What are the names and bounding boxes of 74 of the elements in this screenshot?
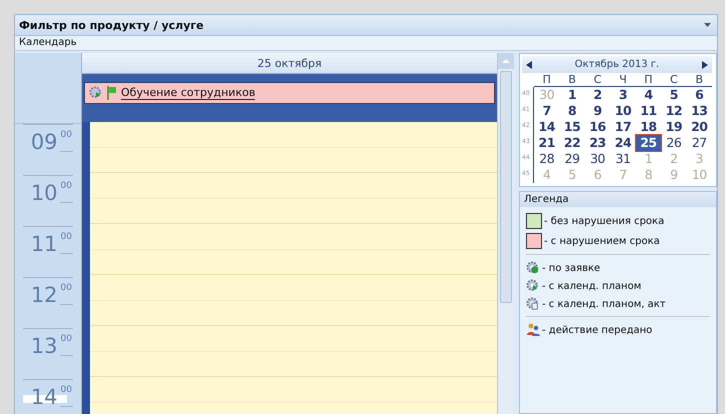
weekday-label: В — [686, 73, 712, 87]
calendar-day[interactable]: 31 — [610, 151, 636, 167]
weekday-label: П — [636, 73, 662, 87]
legend-label: - с нарушением срока — [544, 236, 660, 246]
hour-label: 11 — [30, 232, 58, 256]
calendar-day[interactable]: 25 — [636, 135, 662, 151]
weekday-label: С — [661, 73, 687, 87]
minutes-label: 00 — [60, 181, 73, 203]
calendar-day[interactable]: 19 — [661, 119, 687, 135]
scrollbar-thumb[interactable] — [500, 71, 512, 303]
event-bar[interactable]: Обучение сотрудников — [84, 82, 495, 104]
day-header[interactable]: 25 октября — [82, 53, 497, 74]
calendar-day[interactable]: 13 — [686, 103, 712, 119]
legend-label: - по заявке — [542, 262, 600, 274]
calendar-day[interactable]: 16 — [584, 119, 610, 135]
calendar-day[interactable]: 12 — [661, 103, 687, 119]
gear-play-icon — [526, 279, 540, 293]
legend-label: - действие передано — [542, 324, 652, 336]
minutes-label: 00 — [60, 283, 73, 305]
legend-label: - с календ. планом — [542, 280, 642, 292]
calendar-day[interactable]: 22 — [559, 135, 585, 151]
calendar-day[interactable]: 14 — [534, 119, 560, 135]
hour-label: 12 — [30, 283, 58, 307]
calendar-day[interactable]: 5 — [661, 87, 687, 103]
calendar-day[interactable]: 30 — [584, 151, 610, 167]
calendar-day[interactable]: 23 — [584, 135, 610, 151]
legend-label: - с календ. планом, акт — [542, 298, 666, 310]
hour-label: 09 — [30, 130, 58, 154]
calendar-day[interactable]: 17 — [610, 119, 636, 135]
hour-label: 14 — [30, 385, 58, 409]
calendar-day[interactable]: 4 — [636, 87, 662, 103]
minutes-label: 00 — [60, 130, 73, 152]
section-label: Календарь — [15, 36, 717, 51]
previous-icon[interactable] — [526, 60, 532, 68]
calendar-day[interactable]: 26 — [661, 135, 687, 151]
gear-document-icon — [526, 297, 540, 311]
weekday-label: Ч — [610, 73, 636, 87]
legend-label: - без нарушения срока — [544, 216, 664, 226]
calendar-day[interactable]: 20 — [686, 119, 712, 135]
filter-bar[interactable]: Фильтр по продукту / услуге — [15, 15, 717, 36]
weekday-label: С — [584, 73, 610, 87]
calendar-day[interactable]: 24 — [610, 135, 636, 151]
hour-label: 10 — [30, 181, 58, 205]
gear-play-icon — [89, 86, 103, 100]
filter-title: Фильтр по продукту / услуге — [19, 18, 204, 32]
month-title: Октябрь 2013 г. — [574, 59, 660, 70]
calendar-day[interactable]: 21 — [534, 135, 560, 151]
weekday-label: В — [559, 73, 585, 87]
calendar-day[interactable]: 3 — [610, 87, 636, 103]
calendar-day[interactable]: 29 — [559, 151, 585, 167]
gear-check-icon — [526, 261, 540, 275]
calendar-day[interactable]: 9 — [584, 103, 610, 119]
flag-icon — [107, 86, 117, 100]
calendar-day[interactable]: 1 — [559, 87, 585, 103]
event-title: Обучение сотрудников — [121, 86, 256, 100]
calendar-day[interactable]: 7 — [534, 103, 560, 119]
minutes-label: 00 — [60, 385, 73, 407]
minutes-label: 00 — [60, 334, 73, 356]
calendar-day[interactable]: 18 — [636, 119, 662, 135]
calendar-day[interactable]: 6 — [686, 87, 712, 103]
calendar-day[interactable]: 10 — [610, 103, 636, 119]
calendar-day[interactable]: 2 — [584, 87, 610, 103]
calendar-day[interactable]: 28 — [534, 151, 560, 167]
next-icon[interactable] — [702, 60, 708, 68]
calendar-day[interactable]: 8 — [559, 103, 585, 119]
legend-title: Легенда — [520, 192, 716, 207]
weekday-label: П — [534, 73, 560, 87]
minutes-label: 00 — [60, 232, 73, 254]
hour-label: 13 — [30, 334, 58, 358]
calendar-day[interactable]: 15 — [559, 119, 585, 135]
people-icon — [526, 323, 540, 337]
calendar-day[interactable]: 11 — [636, 103, 662, 119]
calendar-day[interactable]: 27 — [686, 135, 712, 151]
caret-icon — [704, 23, 711, 27]
